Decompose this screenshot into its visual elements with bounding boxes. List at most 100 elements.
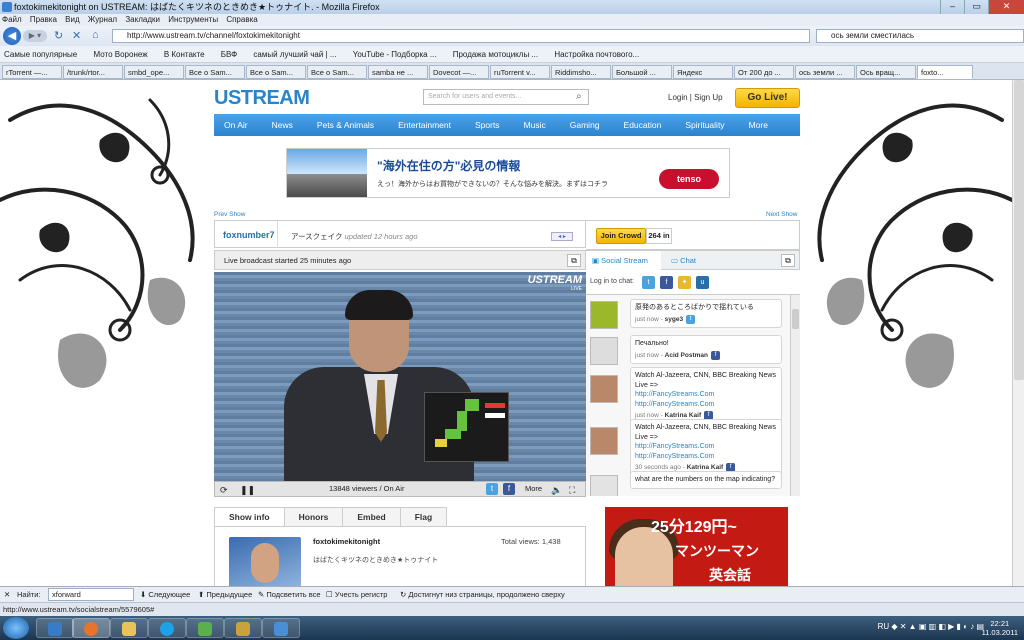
tab-honors[interactable]: Honors (283, 507, 344, 526)
browser-search-input[interactable]: ось земли сместилась (816, 29, 1024, 43)
nav-education[interactable]: Education (624, 120, 662, 130)
bookmark-item[interactable]: Мото Воронеж (93, 50, 147, 59)
facebook-share-icon[interactable]: f (503, 483, 515, 495)
stream-scrollbar[interactable] (790, 295, 800, 496)
taskbar-firefox-button[interactable] (72, 618, 110, 638)
tray-icons[interactable]: ◆ ✕ ▲ ▣ ▥ ◧ ▶ ▮ ◐ ♪ ▤ (889, 622, 984, 631)
twitter-login-icon[interactable]: t (642, 276, 655, 289)
browser-tab[interactable]: ось земли ... (795, 65, 855, 79)
message-user[interactable]: Acid Postman (665, 352, 708, 359)
menu-view[interactable]: Вид (65, 15, 79, 24)
find-prev-button[interactable]: ⬆ Предыдущее (198, 587, 252, 602)
menu-bookmarks[interactable]: Закладки (125, 15, 160, 24)
browser-tab[interactable]: smbd_ope... (124, 65, 184, 79)
browser-tab[interactable]: Dovecot —... (429, 65, 489, 79)
ustream-logo[interactable]: USTREAM (214, 87, 310, 110)
browser-tab[interactable]: Яндекс (673, 65, 733, 79)
taskbar-app-button[interactable] (36, 618, 74, 638)
browser-tab[interactable]: rTorrent —... (2, 65, 62, 79)
twitter-share-icon[interactable]: t (486, 483, 498, 495)
menu-file[interactable]: Файл (2, 15, 22, 24)
more-button[interactable]: More (525, 482, 542, 496)
user-avatar[interactable] (590, 301, 618, 329)
prev-next-arrows[interactable]: ◂ ▸ (551, 232, 573, 241)
bookmark-item[interactable]: Самые популярные (4, 50, 77, 59)
browser-tab[interactable]: /trunk/rtor... (63, 65, 123, 79)
menu-help[interactable]: Справка (226, 15, 257, 24)
aim-login-icon[interactable]: ✦ (678, 276, 691, 289)
address-bar[interactable]: http://www.ustream.tv/channel/foxtokimek… (112, 29, 810, 43)
nav-sports[interactable]: Sports (475, 120, 500, 130)
volume-icon[interactable]: 🔈 (551, 483, 562, 497)
browser-tab-active[interactable]: foxto... (917, 65, 973, 79)
tab-chat[interactable]: ▭ Chat (671, 251, 696, 270)
scrollbar-thumb[interactable] (1014, 80, 1024, 380)
browser-tab[interactable]: Все о Sam... (307, 65, 367, 79)
search-icon[interactable]: ⌕ (576, 91, 582, 102)
message-link[interactable]: http://FancyStreams.Com (635, 452, 777, 462)
channel-name[interactable]: foxtokimekitonight (313, 537, 380, 546)
taskbar-explorer-button[interactable] (110, 618, 148, 638)
bookmark-item[interactable]: Продажа мотоциклы ... (453, 50, 538, 59)
close-button[interactable]: ✕ (988, 0, 1024, 14)
match-case-checkbox[interactable]: ☐ Учесть регистр (326, 587, 387, 602)
close-find-icon[interactable]: ✕ (4, 587, 10, 602)
login-signup-link[interactable]: Login | Sign Up (668, 93, 723, 102)
browser-tab[interactable]: Ось вращ... (856, 65, 916, 79)
side-ad[interactable]: 25分129円~ マンツーマン 英会話 (605, 507, 788, 587)
nav-gaming[interactable]: Gaming (570, 120, 600, 130)
facebook-login-icon[interactable]: f (660, 276, 673, 289)
find-input[interactable]: xforward (48, 588, 134, 601)
browser-tab[interactable]: ruTorrent v... (490, 65, 550, 79)
nav-entertainment[interactable]: Entertainment (398, 120, 451, 130)
tab-embed[interactable]: Embed (342, 507, 401, 526)
maximize-button[interactable]: ▭ (964, 0, 988, 14)
home-icon[interactable]: ⌂ (92, 29, 99, 41)
stop-icon[interactable]: ✕ (72, 29, 81, 42)
nav-news[interactable]: News (272, 120, 293, 130)
menu-tools[interactable]: Инструменты (168, 15, 218, 24)
nav-music[interactable]: Music (524, 120, 546, 130)
message-link[interactable]: http://FancyStreams.Com (635, 400, 777, 410)
browser-tab[interactable]: Все о Sam... (185, 65, 245, 79)
user-avatar[interactable] (590, 375, 618, 403)
popout-icon[interactable]: ⧉ (781, 254, 795, 267)
ustream-login-icon[interactable]: u (696, 276, 709, 289)
highlight-all-button[interactable]: ✎ Подсветить все (258, 587, 321, 602)
nav-pets-animals[interactable]: Pets & Animals (317, 120, 374, 130)
nav-more[interactable]: More (749, 120, 768, 130)
channel-username[interactable]: foxnumber7 (223, 230, 275, 240)
scrollbar-thumb[interactable] (792, 309, 799, 329)
go-live-button[interactable]: Go Live! (735, 88, 800, 108)
join-crowd-button[interactable]: Join Crowd (596, 228, 646, 244)
popout-icon[interactable]: ⧉ (567, 254, 581, 267)
clock[interactable]: 22:21 11.03.2011 (982, 619, 1018, 637)
page-scrollbar[interactable] (1012, 80, 1024, 586)
user-avatar[interactable] (590, 427, 618, 455)
bookmark-item[interactable]: В Контакте (164, 50, 205, 59)
tab-social-stream[interactable]: ▣ Social Stream (586, 251, 661, 270)
message-link[interactable]: http://FancyStreams.Com (635, 390, 777, 400)
nav-spirituality[interactable]: Spirituality (685, 120, 724, 130)
browser-tab[interactable]: Все о Sam... (246, 65, 306, 79)
prev-show-link[interactable]: Prev Show (214, 211, 245, 218)
menu-edit[interactable]: Правка (30, 15, 57, 24)
bookmark-item[interactable]: Настройка почтового... (554, 50, 639, 59)
browser-tab[interactable]: Большой ... (612, 65, 672, 79)
refresh-icon[interactable]: ⟳ (220, 483, 228, 497)
find-next-button[interactable]: ⬇ Следующее (140, 587, 190, 602)
taskbar-app-button[interactable] (224, 618, 262, 638)
forward-button[interactable]: ▶ ▾ (23, 30, 47, 42)
site-search-input[interactable]: Search for users and events... (423, 89, 589, 105)
taskbar-app-button[interactable] (262, 618, 300, 638)
pause-icon[interactable]: ❚❚ (240, 483, 255, 497)
channel-thumbnail[interactable] (229, 537, 301, 586)
next-show-link[interactable]: Next Show (766, 211, 797, 218)
back-button[interactable]: ◀ (3, 27, 21, 45)
video-player[interactable]: USTREAM LIVE (214, 272, 586, 481)
browser-tab[interactable]: От 200 до ... (734, 65, 794, 79)
menu-history[interactable]: Журнал (88, 15, 117, 24)
minimize-button[interactable]: – (940, 0, 964, 14)
browser-tab[interactable]: Riddimsho... (551, 65, 611, 79)
tab-show-info[interactable]: Show info (214, 507, 285, 526)
